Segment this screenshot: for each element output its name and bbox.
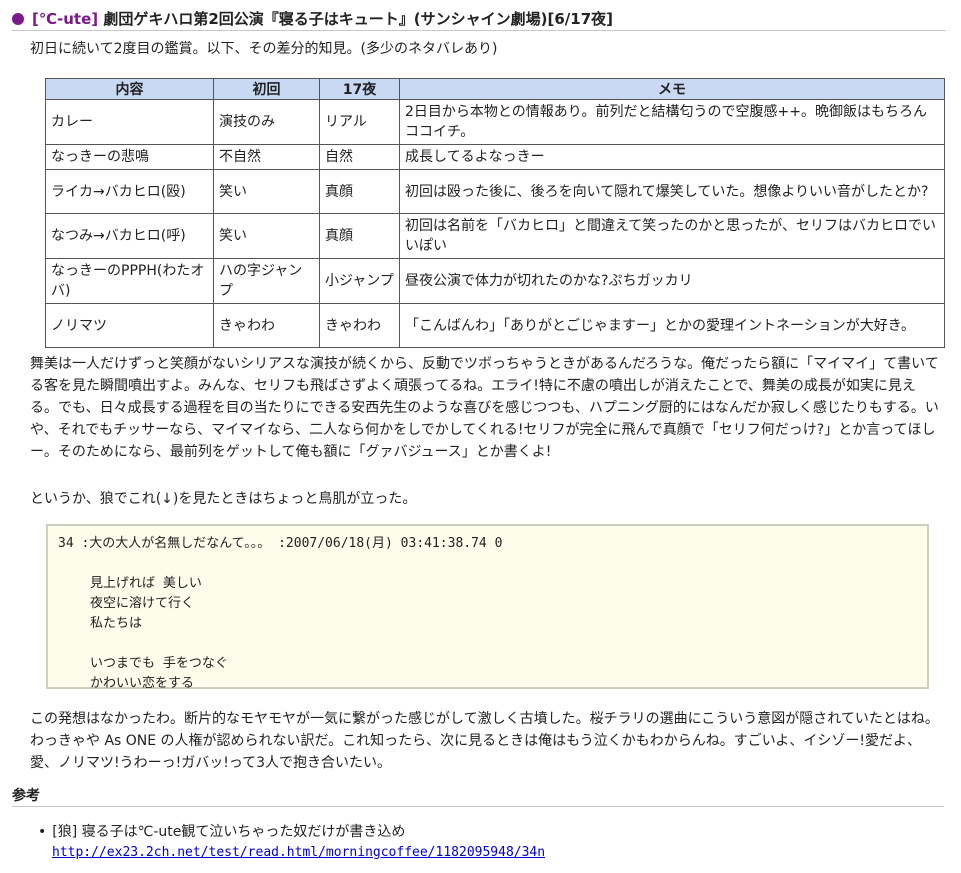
header-first: 初回	[213, 78, 320, 100]
cell-17night: 真顔	[319, 169, 400, 214]
cell-17night: きゃわわ	[319, 303, 400, 348]
cell-content: なっきーの悲鳴	[45, 144, 214, 170]
references-heading: 参考	[12, 786, 944, 807]
table-row: ライカ→バカヒロ(殴) 笑い 真顔 初回は殴った後に、後ろを向いて隠れて爆笑して…	[45, 169, 945, 214]
paragraph-3: この発想はなかったわ。断片的なモヤモヤが一気に繋がった感じがして激しく古墳した。…	[30, 711, 939, 771]
table-row: なっきーのPPPH(わたオバ) ハの字ジャンプ 小ジャンプ 昼夜公演で体力が切れ…	[45, 258, 945, 304]
cell-memo: 2日目から本物との情報あり。前列だと結構匂うので空腹感++。晩御飯はもちろんココ…	[399, 99, 945, 145]
header-memo: メモ	[399, 78, 945, 100]
comparison-table: 内容 初回 17夜 メモ カレー 演技のみ リアル 2日目から本物との情報あり。…	[45, 78, 945, 348]
quote-block: 34 :大の大人が名無しだなんて。。。 :2007/06/18(月) 03:41…	[46, 524, 929, 691]
cell-17night: リアル	[319, 99, 400, 145]
blog-entry: [℃-ute] 劇団ゲキハロ第2回公演『寝る子はキュート』(サンシャイン劇場)[…	[0, 0, 961, 873]
quote-line: 見上げれば 美しい	[90, 576, 202, 591]
quote-line: 夜空に溶けて行く	[90, 596, 195, 611]
cell-first: 不自然	[213, 144, 320, 170]
cell-memo: 成長してるよなっきー	[399, 144, 945, 170]
entry-title: 劇団ゲキハロ第2回公演『寝る子はキュート』(サンシャイン劇場)[6/17夜]	[103, 10, 614, 28]
paragraph-2: というか、狼でこれ(↓)を見たときはちょっと鳥肌が立った。	[30, 491, 417, 507]
bullet-icon: •	[38, 824, 47, 840]
quote-header: 34 :大の大人が名無しだなんて。。。 :2007/06/18(月) 03:41…	[58, 536, 503, 551]
cell-first: 笑い	[213, 169, 320, 214]
paragraph-1: 舞美は一人だけずっと笑顔がないシリアスな演技が続くから、反動でツボっちゃうときが…	[30, 356, 939, 460]
cell-first: 演技のみ	[213, 99, 320, 145]
cell-content: なつみ→バカヒロ(呼)	[45, 213, 214, 259]
list-item: • [狼] 寝る子は℃-ute観て泣いちゃった奴だけが書き込め	[38, 822, 545, 842]
cell-first: きゃわわ	[213, 303, 320, 348]
cell-content: カレー	[45, 99, 214, 145]
quote-line: 私たちは	[90, 616, 143, 631]
cell-memo: 昼夜公演で体力が切れたのかな?ぷちガッカリ	[399, 258, 945, 304]
cell-17night: 小ジャンプ	[319, 258, 400, 304]
table-row: カレー 演技のみ リアル 2日目から本物との情報あり。前列だと結構匂うので空腹感…	[45, 99, 945, 145]
table-row: なっきーの悲鳴 不自然 自然 成長してるよなっきー	[45, 144, 945, 170]
cell-content: ノリマツ	[45, 303, 214, 348]
table-header-row: 内容 初回 17夜 メモ	[45, 78, 945, 100]
entry-header: [℃-ute] 劇団ゲキハロ第2回公演『寝る子はキュート』(サンシャイン劇場)[…	[12, 8, 946, 31]
references-list: • [狼] 寝る子は℃-ute観て泣いちゃった奴だけが書き込め http://ex…	[38, 822, 545, 863]
reference-link-row: http://ex23.2ch.net/test/read.html/morni…	[38, 842, 545, 863]
cell-17night: 自然	[319, 144, 400, 170]
cell-memo: 初回は名前を「バカヒロ」と間違えて笑ったのかと思ったが、セリフはバカヒロでいいぽ…	[399, 213, 945, 259]
reference-link[interactable]: http://ex23.2ch.net/test/read.html/morni…	[52, 845, 545, 860]
table-row: なつみ→バカヒロ(呼) 笑い 真顔 初回は名前を「バカヒロ」と間違えて笑ったのか…	[45, 213, 945, 259]
table-row: ノリマツ きゃわわ きゃわわ 「こんばんわ」「ありがとごじゃますー」とかの愛理イ…	[45, 303, 945, 348]
header-17night: 17夜	[319, 78, 400, 100]
entry-category[interactable]: [℃-ute]	[32, 10, 98, 28]
entry-bullet-icon	[12, 13, 24, 25]
cell-memo: 「こんばんわ」「ありがとごじゃますー」とかの愛理イントネーションが大好き。	[399, 303, 945, 348]
cell-first: ハの字ジャンプ	[213, 258, 320, 304]
quote-line: いつまでも 手をつなぐ	[90, 656, 228, 671]
cell-content: なっきーのPPPH(わたオバ)	[45, 258, 214, 304]
header-content: 内容	[45, 78, 214, 100]
cell-17night: 真顔	[319, 213, 400, 259]
cell-content: ライカ→バカヒロ(殴)	[45, 169, 214, 214]
intro-text: 初日に続いて2度目の鑑賞。以下、その差分的知見。(多少のネタバレあり)	[30, 41, 498, 57]
cell-first: 笑い	[213, 213, 320, 259]
quote-line: かわいい恋をする	[90, 676, 195, 691]
cell-memo: 初回は殴った後に、後ろを向いて隠れて爆笑していた。想像よりいい音がしたとか?	[399, 169, 945, 214]
reference-label: [狼] 寝る子は℃-ute観て泣いちゃった奴だけが書き込め	[52, 824, 406, 840]
